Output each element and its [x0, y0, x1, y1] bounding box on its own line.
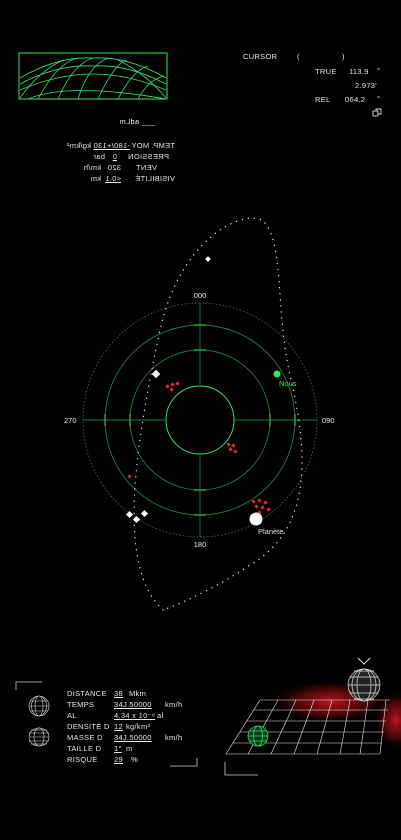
probe-marker	[205, 256, 211, 262]
planet-marker	[249, 512, 263, 526]
stat-label-size: TAILLE D	[67, 744, 102, 753]
cond-unit-wind: km/h	[83, 163, 101, 172]
globe-wireframe-icon	[28, 695, 50, 717]
orbit-path	[133, 217, 303, 611]
terrain-wireframe-widget	[18, 52, 168, 100]
hazard-cluster-2	[226, 442, 238, 454]
cursor-true-value: 113.9	[349, 67, 369, 76]
cond-unit-visibility: km	[90, 174, 101, 183]
cond-label-wind: VENT	[135, 163, 157, 172]
radar-display[interactable]: 000 090 180 270 Nous Planète	[0, 200, 401, 630]
planet-globe-icon	[347, 668, 381, 702]
us-label: Nous	[279, 379, 297, 388]
stat-value-distance: 38	[114, 689, 123, 698]
us-globe-icon	[247, 725, 269, 747]
planet-label: Planète	[258, 527, 283, 536]
hazard-cluster-planet	[251, 498, 271, 515]
stat-value-time: 34J.50000	[114, 700, 152, 709]
copy-icon[interactable]	[372, 108, 382, 118]
chevron-down-icon	[357, 657, 371, 665]
cond-label-pressure: PRESSION	[127, 152, 169, 161]
cursor-label: CURSOR	[243, 52, 278, 61]
cond-value-temp: -180/+130	[93, 141, 130, 150]
bearing-090: 090	[322, 416, 335, 425]
hazard-cluster-1	[165, 381, 180, 392]
stat-label-time: TEMPS	[67, 700, 95, 709]
stat-unit-density: kg/km³	[126, 722, 151, 731]
us-marker	[273, 370, 281, 378]
globe-density-icon	[28, 727, 50, 747]
perspective-grid-view[interactable]	[220, 650, 401, 780]
cursor-rel-label: REL	[315, 95, 331, 104]
contact-marker	[151, 369, 161, 379]
cursor-rel-value: 064.2	[345, 95, 366, 104]
stat-unit-al: al	[157, 711, 164, 720]
conditions-header: ___ adLm	[119, 117, 155, 126]
cursor-rel-unit: °	[377, 94, 381, 103]
stat-label-density: DENSITÉ D	[67, 722, 110, 731]
cond-value-pressure: 0	[112, 152, 117, 161]
cond-value-visibility: <0.1	[104, 174, 121, 183]
hazard-single	[127, 474, 132, 479]
cond-unit-pressure: bar	[93, 152, 105, 161]
cond-label-temp: TEMP. MOY	[131, 141, 175, 150]
cursor-true-label: TRUE	[315, 67, 337, 76]
stat-label-distance: DISTANCE	[67, 689, 107, 698]
radar-core-ring	[165, 385, 235, 455]
cursor-paren-open: (	[297, 52, 300, 61]
stat-unit-distance: Mkm	[129, 689, 147, 698]
bearing-270: 270	[64, 416, 77, 425]
debris-cluster	[125, 509, 149, 524]
stat-unit-size: m	[126, 744, 133, 753]
cursor-paren-close: )	[342, 52, 345, 61]
stat-label-risk: RISQUE	[67, 755, 98, 764]
stat-unit-mass: km/h	[165, 733, 183, 742]
stat-unit-time: km/h	[165, 700, 183, 709]
stat-value-size: 1°	[114, 744, 122, 753]
cond-label-visibility: VISIBILITÉ	[134, 174, 175, 183]
cursor-secondary-value: 2.973'	[355, 81, 378, 90]
stat-label-mass: MASSE D	[67, 733, 103, 742]
bearing-180: 180	[194, 540, 207, 549]
stat-value-al: 4.34 x 10⁻⁶	[114, 711, 156, 720]
cursor-true-unit: °	[377, 66, 381, 75]
stat-value-density: 12	[114, 722, 123, 731]
corner-bracket	[224, 762, 258, 776]
bearing-000: 000	[194, 291, 207, 300]
cond-value-wind: 320	[107, 163, 121, 172]
stat-value-risk: 29	[114, 755, 123, 764]
stat-value-mass: 34J.50000	[114, 733, 152, 742]
cond-unit-temp: kg/km²	[66, 141, 91, 150]
mirrored-conditions-panel: ___ adLm TEMP. MOY -180/+130 kg/km² PRES…	[50, 115, 175, 185]
stat-label-al: AL	[67, 711, 77, 720]
stat-unit-risk: %	[131, 755, 138, 764]
